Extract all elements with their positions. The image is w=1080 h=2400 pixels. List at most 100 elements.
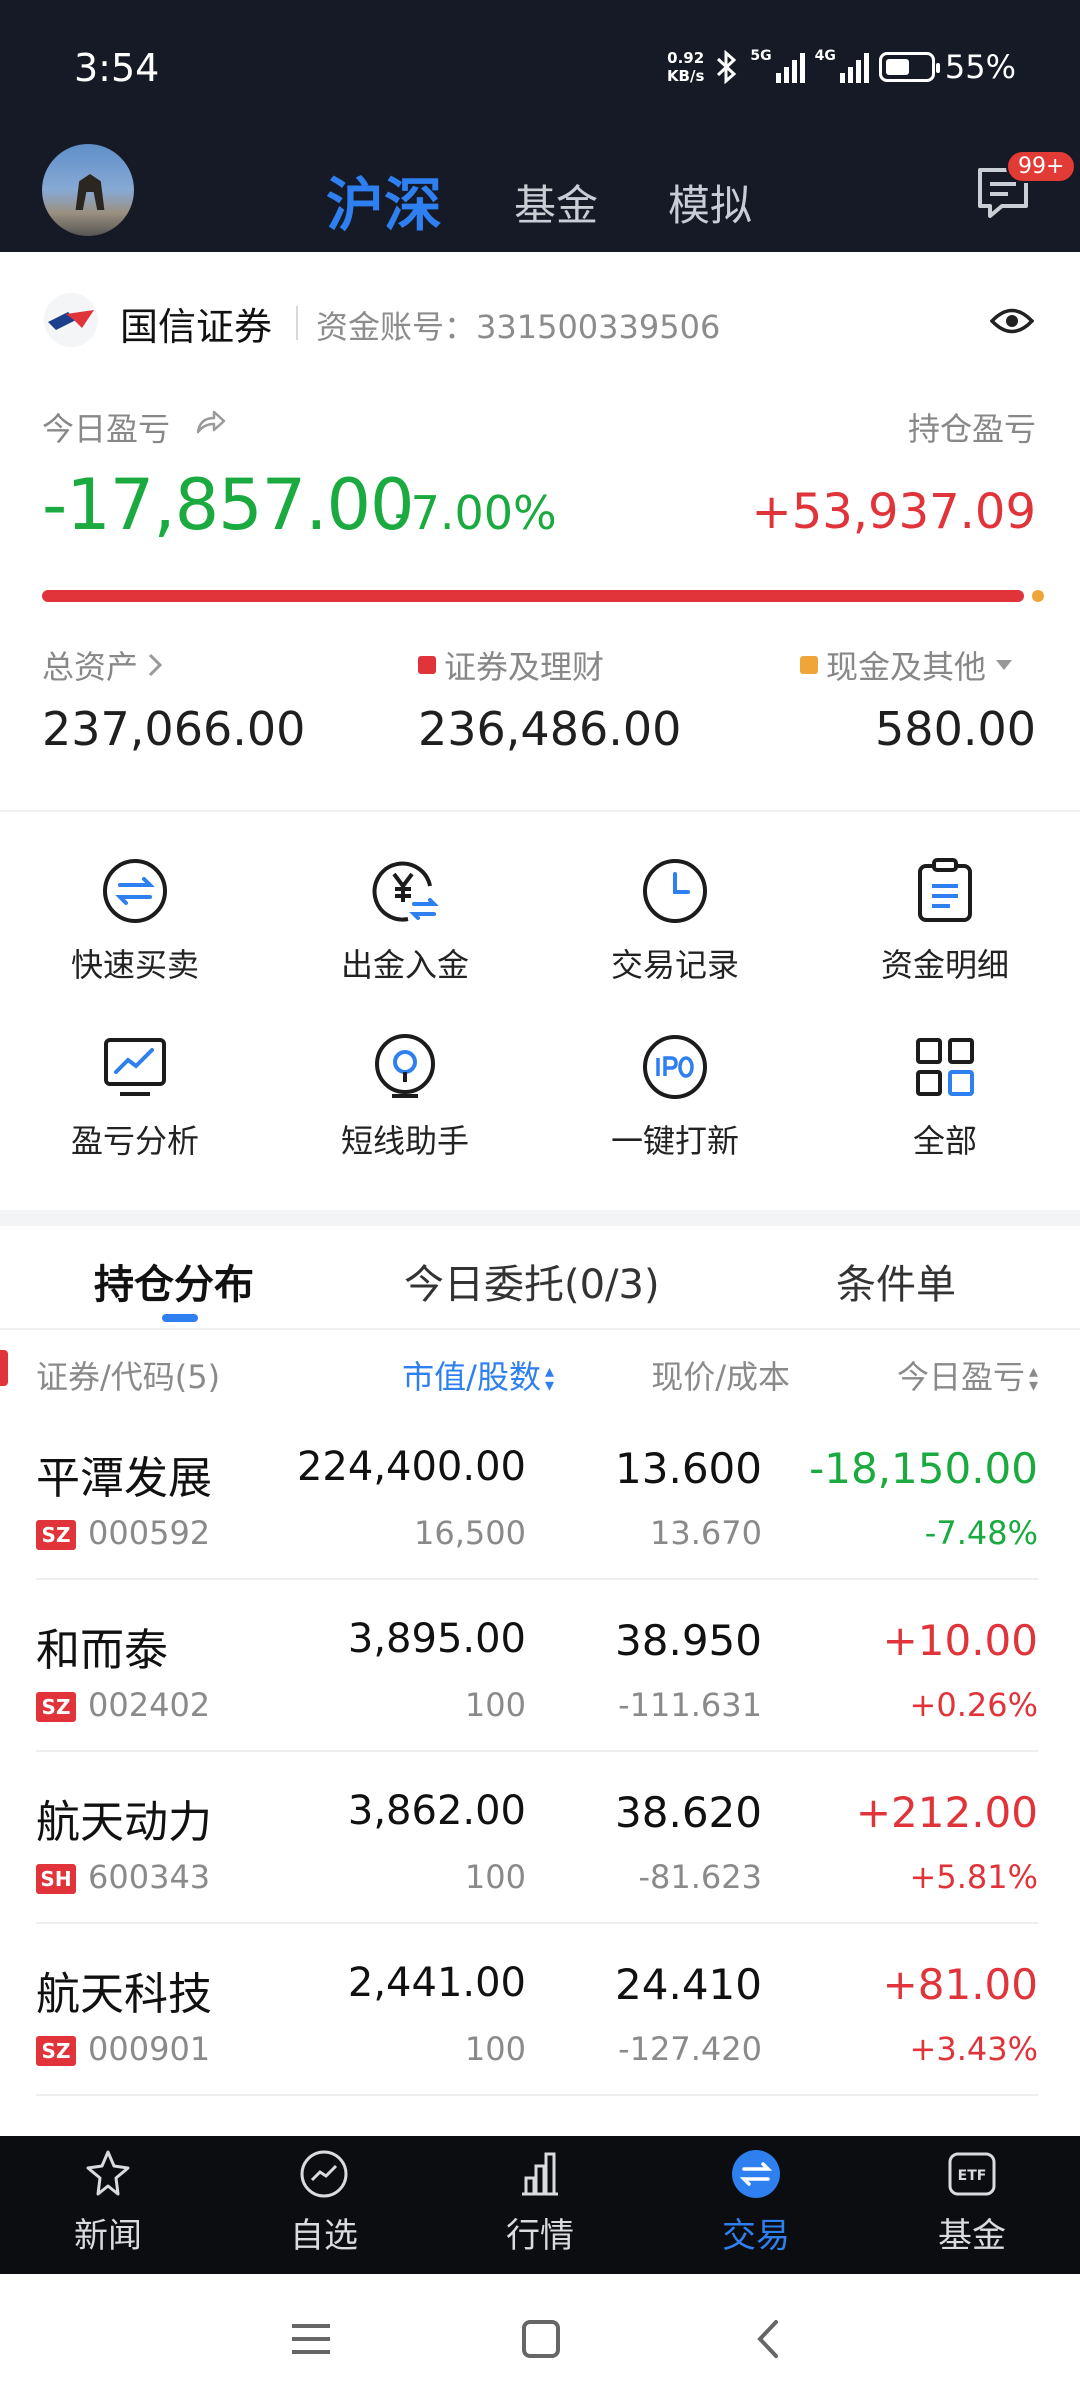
cash-label[interactable]: 现金及其他 bbox=[800, 642, 1014, 688]
net-type-4g: 4G bbox=[814, 48, 836, 64]
account-row: 国信证券 资金账号：331500339506 bbox=[0, 252, 1080, 388]
market-value: 3,895.00 bbox=[347, 1616, 526, 1662]
section-gap bbox=[0, 1210, 1080, 1226]
holding-row[interactable]: 平潭发展 SZ 000592 224,400.00 16,500 13.600 … bbox=[36, 1408, 1038, 1580]
short-term-assistant-button[interactable]: 短线助手 bbox=[270, 1032, 540, 1162]
svg-text:ETF: ETF bbox=[958, 2168, 987, 2184]
tab-fund[interactable]: 基金 bbox=[514, 172, 598, 233]
divider bbox=[296, 306, 298, 340]
battery-level bbox=[885, 59, 909, 75]
stock-name: 平潭发展 bbox=[36, 1453, 212, 1504]
tab-conditional-orders[interactable]: 条件单 bbox=[836, 1252, 956, 1310]
cost-price: 13.670 bbox=[650, 1514, 762, 1552]
header-price-cost: 现价/成本 bbox=[651, 1358, 790, 1396]
yuan-transfer-icon bbox=[372, 861, 439, 922]
tab-hushen[interactable]: 沪深 bbox=[326, 158, 442, 242]
etf-icon: ETF bbox=[948, 2152, 996, 2196]
deposit-withdraw-button[interactable]: 出金入金 bbox=[270, 856, 540, 986]
today-pnl-value: -17,857.00 bbox=[42, 464, 415, 546]
ipo-subscribe-button[interactable]: 一键打新 bbox=[540, 1032, 810, 1162]
broker-name[interactable]: 国信证券 bbox=[120, 296, 272, 351]
caret-down-icon bbox=[996, 660, 1013, 670]
trade-history-button[interactable]: 交易记录 bbox=[540, 856, 810, 986]
net-type-5g: 5G bbox=[750, 48, 772, 64]
stock-code: 002402 bbox=[88, 1686, 211, 1724]
bottom-navigation: 新闻 自选 行情 交易 ETF 基金 bbox=[0, 2136, 1080, 2274]
share-count: 100 bbox=[464, 1686, 526, 1724]
current-price: 13.600 bbox=[615, 1444, 762, 1493]
trade-icon bbox=[732, 2150, 780, 2198]
market-tag: SZ bbox=[36, 1692, 76, 1722]
nav-market[interactable]: 行情 bbox=[432, 2148, 648, 2257]
holdings-tabs: 持仓分布 今日委托(0/3) 条件单 bbox=[0, 1226, 1080, 1330]
header-today-pnl[interactable]: 今日盈亏 ▴ ▾ bbox=[897, 1352, 1038, 1398]
cost-price: -127.420 bbox=[618, 2030, 762, 2068]
holding-row[interactable]: 航天科技 SZ 000901 2,441.00 100 24.410 -127.… bbox=[36, 1924, 1038, 2096]
divider bbox=[0, 810, 1080, 812]
account-number: 资金账号：331500339506 bbox=[316, 308, 721, 346]
ipo-icon bbox=[643, 1035, 707, 1099]
sort-icon: ▴ ▾ bbox=[1028, 1361, 1038, 1396]
securities-legend-square bbox=[418, 656, 436, 674]
nav-fund[interactable]: ETF 基金 bbox=[864, 2148, 1080, 2257]
target-icon bbox=[375, 1034, 435, 1098]
quick-trade-button[interactable]: 快速买卖 bbox=[0, 856, 270, 986]
signal-4g-icon bbox=[839, 51, 869, 83]
cost-price: -111.631 bbox=[618, 1686, 762, 1724]
back-icon[interactable] bbox=[744, 2314, 794, 2364]
all-functions-button[interactable]: 全部 bbox=[810, 1032, 1080, 1162]
news-icon bbox=[86, 2150, 130, 2196]
chart-monitor-icon bbox=[104, 1038, 166, 1096]
row-today-pnl: +81.00 bbox=[882, 1960, 1038, 2009]
chevron-right-icon bbox=[148, 653, 163, 677]
top-header: 3:54 0.92 KB/s 5G 4G 55% 沪深 基金 模拟 99+ bbox=[0, 0, 1080, 252]
share-icon[interactable] bbox=[194, 408, 226, 436]
battery-icon bbox=[878, 52, 940, 82]
pnl-analysis-button[interactable]: 盈亏分析 bbox=[0, 1032, 270, 1162]
share-count: 16,500 bbox=[414, 1514, 526, 1552]
status-icons: 0.92 KB/s 5G 4G 55% bbox=[667, 48, 1016, 86]
securities-ratio-fill bbox=[42, 590, 1024, 602]
grid-icon bbox=[916, 1038, 974, 1096]
system-nav-bar bbox=[0, 2274, 1080, 2400]
message-badge: 99+ bbox=[1006, 150, 1077, 183]
market-value: 3,862.00 bbox=[347, 1788, 526, 1834]
today-pnl-label: 今日盈亏 bbox=[42, 410, 171, 448]
menu-icon[interactable] bbox=[286, 2314, 336, 2364]
current-price: 38.950 bbox=[615, 1616, 762, 1665]
nav-watchlist[interactable]: 自选 bbox=[216, 2148, 432, 2257]
securities-value: 236,486.00 bbox=[418, 702, 682, 756]
market-value: 2,441.00 bbox=[347, 1960, 526, 2006]
bluetooth-icon bbox=[717, 50, 737, 84]
stock-name: 和而泰 bbox=[36, 1625, 168, 1676]
status-time: 3:54 bbox=[74, 46, 160, 90]
securities-label: 证券及理财 bbox=[418, 642, 604, 688]
nav-news[interactable]: 新闻 bbox=[0, 2148, 216, 2257]
tab-today-orders[interactable]: 今日委托(0/3) bbox=[404, 1252, 660, 1310]
cost-price: -81.623 bbox=[638, 1858, 762, 1896]
tab-simulation[interactable]: 模拟 bbox=[668, 172, 752, 233]
row-today-pnl: -18,150.00 bbox=[809, 1444, 1038, 1493]
clipboard-icon bbox=[918, 858, 972, 922]
holding-row[interactable]: 和而泰 SZ 002402 3,895.00 100 38.950 -111.6… bbox=[36, 1580, 1038, 1752]
header-market-value[interactable]: 市值/股数 ▴ ▾ bbox=[402, 1352, 554, 1398]
holding-row[interactable]: 航天动力 SH 600343 3,862.00 100 38.620 -81.6… bbox=[36, 1752, 1038, 1924]
share-count: 100 bbox=[464, 2030, 526, 2068]
market-value: 224,400.00 bbox=[296, 1444, 526, 1490]
active-tab-indicator bbox=[162, 1314, 198, 1322]
fund-details-button[interactable]: 资金明细 bbox=[810, 856, 1080, 986]
cash-value: 580.00 bbox=[875, 702, 1036, 756]
cash-ratio-fill bbox=[1032, 590, 1044, 602]
row-today-pnl-percent: +3.43% bbox=[909, 2030, 1038, 2068]
home-icon[interactable] bbox=[516, 2314, 566, 2364]
row-today-pnl: +212.00 bbox=[855, 1788, 1038, 1837]
row-today-pnl-percent: +0.26% bbox=[909, 1686, 1038, 1724]
position-pnl-value: +53,937.09 bbox=[751, 484, 1036, 540]
tab-position-distribution[interactable]: 持仓分布 bbox=[94, 1252, 254, 1310]
stock-code: 000901 bbox=[88, 2030, 211, 2068]
market-tabs: 沪深 基金 模拟 bbox=[0, 150, 1080, 240]
eye-icon[interactable] bbox=[990, 306, 1034, 336]
total-assets-label[interactable]: 总资产 bbox=[42, 642, 164, 688]
stock-name: 航天科技 bbox=[36, 1969, 212, 2020]
nav-trade[interactable]: 交易 bbox=[648, 2148, 864, 2257]
